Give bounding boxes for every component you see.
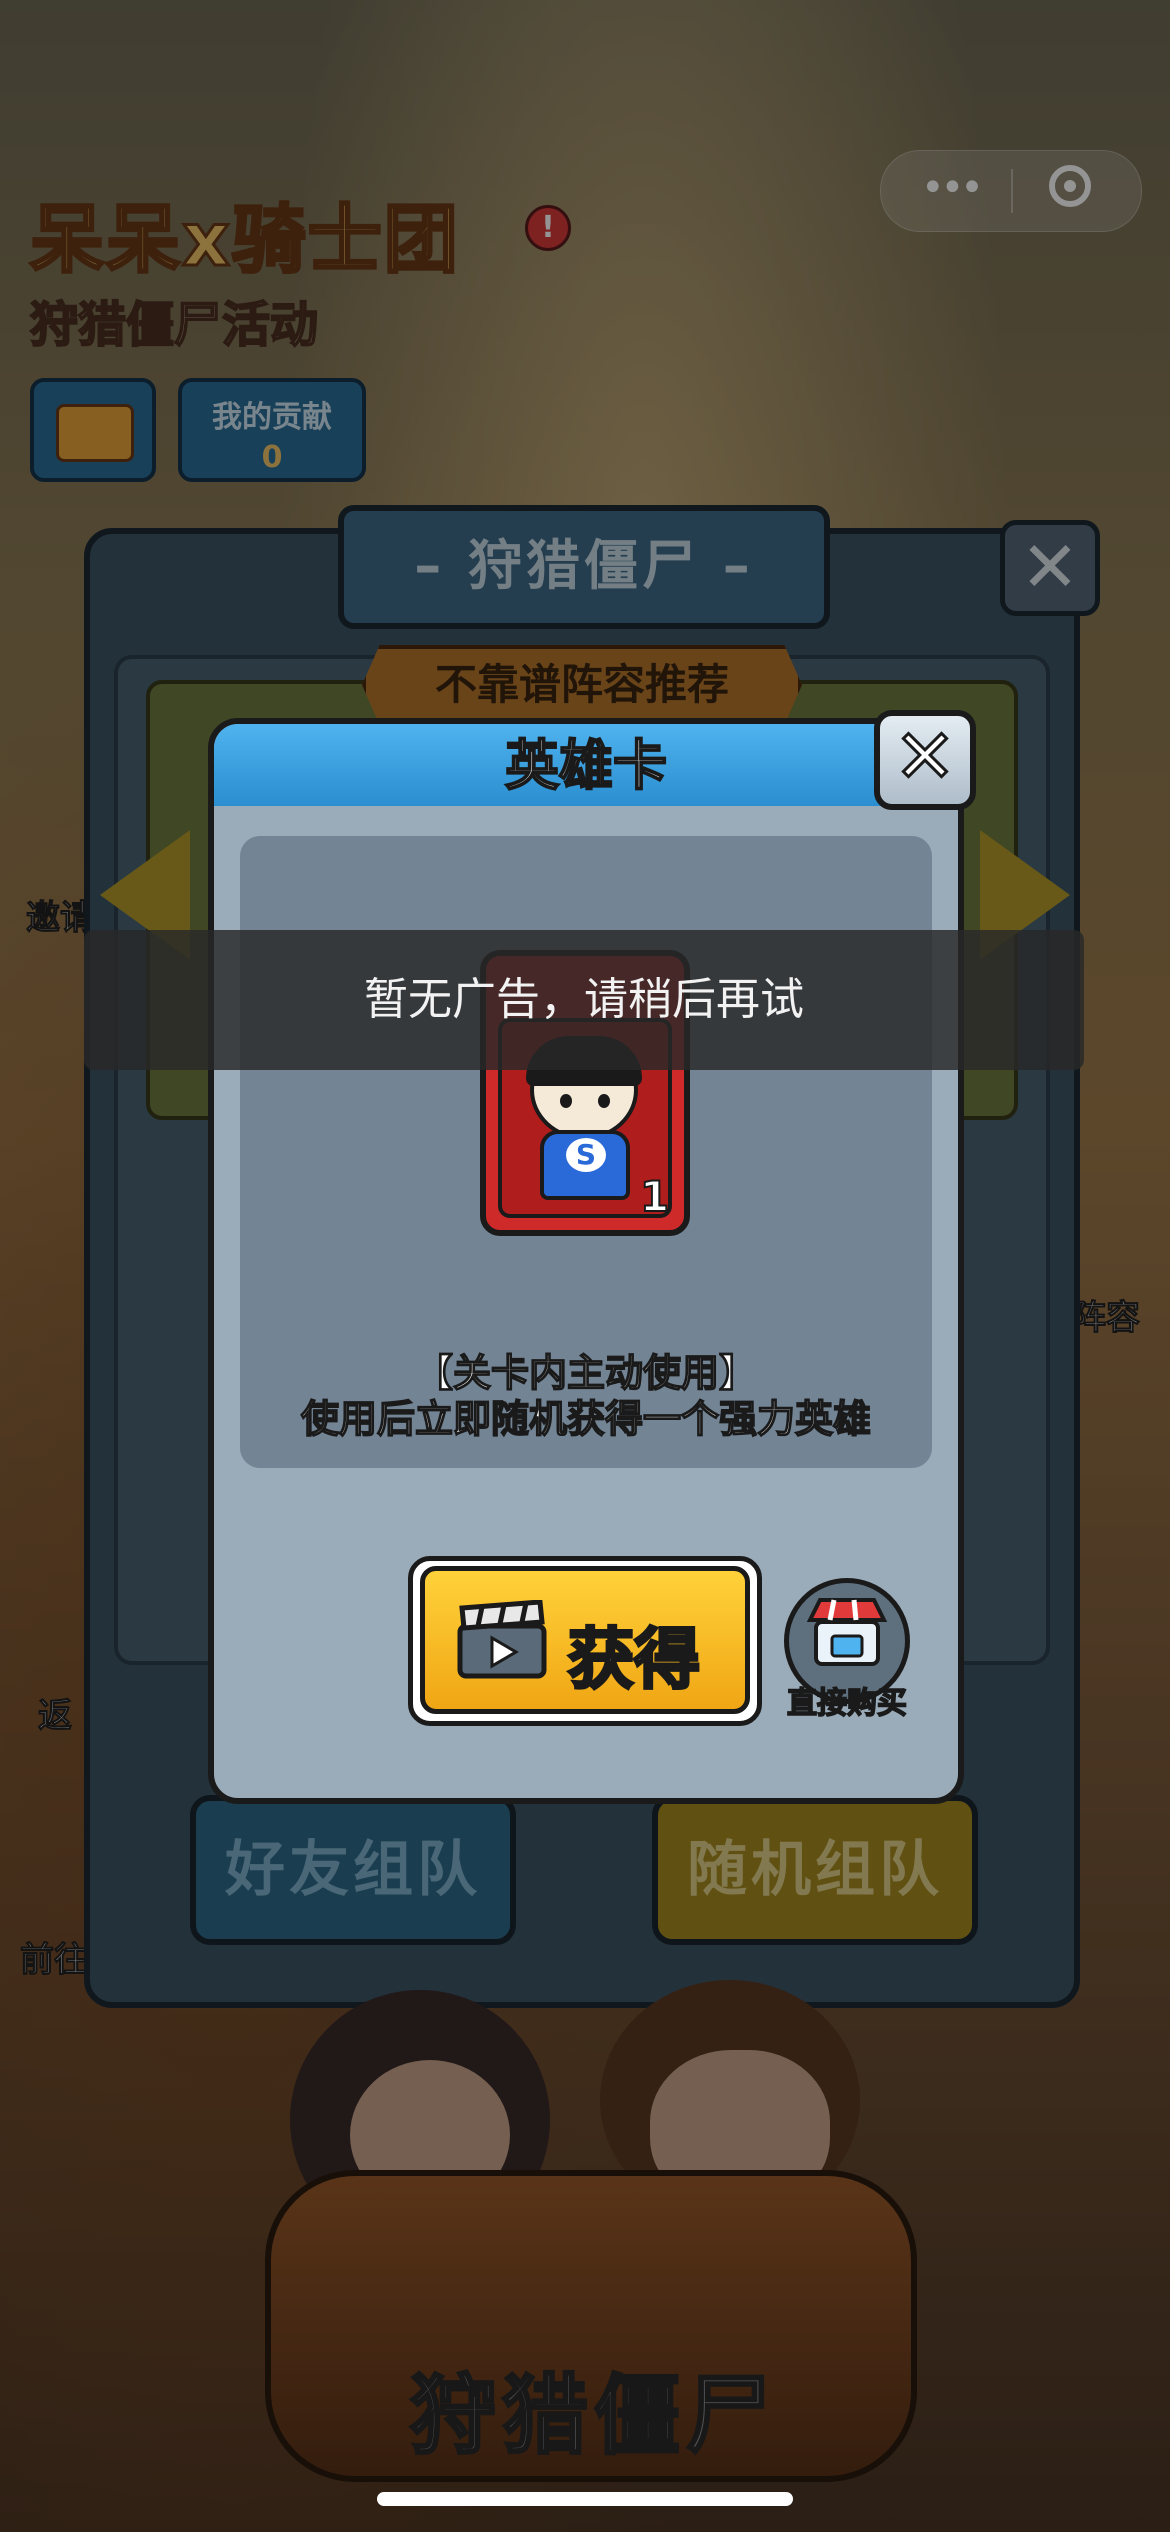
hero-eye-left bbox=[560, 1094, 572, 1108]
home-indicator[interactable] bbox=[377, 2492, 793, 2506]
hero-card-modal-title: 英雄卡 bbox=[504, 733, 668, 798]
hero-emblem: S bbox=[566, 1138, 606, 1172]
obtain-button-label: 获得 bbox=[567, 1620, 702, 1700]
shop-icon bbox=[806, 1598, 888, 1666]
hero-card-close-button[interactable]: ✕ bbox=[874, 710, 976, 810]
clapperboard-icon bbox=[457, 1600, 547, 1679]
toast-message: 暂无广告，请稍后再试 bbox=[364, 974, 804, 1025]
direct-buy-label[interactable]: 直接购买 bbox=[772, 1678, 922, 1722]
hero-eye-right bbox=[598, 1094, 610, 1108]
hero-card-description: 使用后立即随机获得一个强力英雄 bbox=[300, 1396, 872, 1442]
hero-card-count: 1 bbox=[639, 1171, 670, 1222]
